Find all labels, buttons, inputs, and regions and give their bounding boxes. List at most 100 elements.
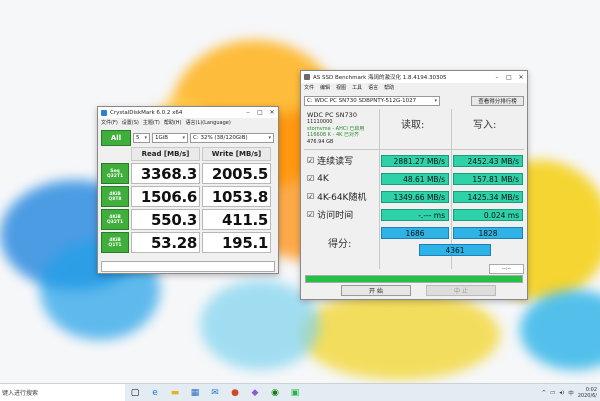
all-button[interactable]: All [101, 130, 131, 146]
seq-read-result: 2881.27 MB/s [381, 155, 449, 167]
4k-q32t1-button[interactable]: 4KiB Q32T1 [101, 209, 129, 230]
row-label-line2: Q8T8 [108, 196, 122, 202]
test-label: 连续读写 [317, 157, 354, 167]
file-explorer-icon[interactable]: ▬ [165, 384, 185, 401]
task-view-icon[interactable]: ▢ [125, 384, 145, 401]
write-result: 2005.5 [202, 163, 271, 184]
4k64-read-result: 1349.66 MB/s [381, 191, 449, 203]
search-placeholder: 键入进行搜索 [2, 390, 39, 397]
xbox-icon[interactable]: ◉ [265, 384, 285, 401]
read-score: 1686 [381, 227, 449, 239]
test-seq[interactable]: ☑ 连续读写 [307, 154, 353, 167]
drive-value: C: 32% (38/120GiB) [193, 135, 248, 141]
menu-settings[interactable]: 设置(S) [122, 119, 139, 126]
result-row-4k-q8t8: 4KiB Q8T8 1506.6 1053.8 [101, 186, 271, 207]
maximize-icon[interactable]: □ [503, 74, 515, 81]
4k-q1t1-button[interactable]: 4KiB Q1T1 [101, 232, 129, 253]
cdm-menubar: 文件(F) 设置(S) 主题(T) 帮助(H) 语言(L)(Language) [98, 118, 278, 127]
menu-view[interactable]: 视图 [336, 84, 346, 91]
close-icon[interactable]: ✕ [515, 74, 527, 81]
menu-language[interactable]: 语言 [368, 84, 378, 91]
photos-icon[interactable]: ◆ [245, 384, 265, 401]
4k-q8t8-button[interactable]: 4KiB Q8T8 [101, 186, 129, 207]
as-ssd-window: AS SSD Benchmark 海阔的激汉化 1.8.4194.30305 –… [300, 70, 528, 300]
taskbar: 键入进行搜索 ▢ e ▬ ▦ ✉ ● ◆ ◉ ▣ ^ ▭ ◂) 中 0:02 2… [0, 383, 600, 401]
maximize-icon[interactable]: □ [254, 109, 266, 116]
size-value: 1GiB [155, 135, 169, 141]
test-4k-64thrd[interactable]: ☑ 4K-64K随机 [307, 190, 366, 203]
minimize-icon[interactable]: – [242, 109, 254, 116]
size-select[interactable]: 1GiB ▾ [152, 133, 188, 143]
checkbox-icon[interactable]: ☑ [307, 174, 314, 183]
cdm-window-title: CrystalDiskMark 6.0.2 x64 [110, 109, 183, 116]
date: 2020/6/ [577, 392, 597, 399]
access-write-result: 0.024 ms [453, 209, 523, 221]
read-result: 3368.3 [131, 163, 200, 184]
comment-field[interactable] [101, 261, 275, 272]
progress-fill [306, 276, 522, 282]
minimize-icon[interactable]: – [491, 74, 503, 81]
chevron-down-icon: ▾ [434, 98, 437, 104]
chevron-down-icon: ▾ [268, 135, 271, 141]
ime-indicator[interactable]: 中 [568, 389, 574, 397]
test-label: 访问时间 [317, 211, 354, 221]
menu-language[interactable]: 语言(L)(Language) [186, 119, 231, 126]
menu-help[interactable]: 帮助(H) [164, 119, 182, 126]
menu-file[interactable]: 文件 [304, 84, 314, 91]
taskbar-search[interactable]: 键入进行搜索 [0, 384, 125, 401]
as-ssd-icon [304, 74, 310, 80]
result-row-seq: Seq Q32T1 3368.3 2005.5 [101, 163, 271, 184]
write-result: 195.1 [202, 232, 271, 253]
system-tray: ^ ▭ ◂) 中 0:02 2020/6/ [541, 387, 600, 399]
close-icon[interactable]: ✕ [266, 109, 278, 116]
cdm-titlebar[interactable]: CrystalDiskMark 6.0.2 x64 – □ ✕ [98, 107, 278, 118]
store-icon[interactable]: ▦ [185, 384, 205, 401]
write-score: 1828 [453, 227, 523, 239]
row-label-line2: Q1T1 [108, 242, 122, 248]
crystaldiskmark-window: CrystalDiskMark 6.0.2 x64 – □ ✕ 文件(F) 设置… [97, 106, 279, 274]
asssd-menubar: 文件 编辑 视图 工具 语言 帮助 [301, 83, 527, 92]
checkbox-icon[interactable]: ☑ [307, 210, 314, 219]
abort-button[interactable]: 中 止 [426, 285, 496, 296]
powerpoint-icon[interactable]: ● [225, 384, 245, 401]
count-select[interactable]: 5 ▾ [133, 133, 150, 143]
menu-tools[interactable]: 工具 [352, 84, 362, 91]
chart-app-icon[interactable]: ▣ [285, 384, 305, 401]
drive-value: C: WDC PC SN730 SDBPNTY-512G-1027 [307, 98, 417, 104]
menu-file[interactable]: 文件(F) [101, 119, 118, 126]
row-label-line2: Q32T1 [106, 219, 124, 225]
start-button[interactable]: 开 始 [341, 285, 411, 296]
read-column-header: 读取: [401, 120, 425, 131]
seq-q32t1-button[interactable]: Seq Q32T1 [101, 163, 129, 184]
menu-edit[interactable]: 编辑 [320, 84, 330, 91]
checkbox-icon[interactable]: ☑ [307, 156, 314, 165]
mail-icon[interactable]: ✉ [205, 384, 225, 401]
ranking-button[interactable]: 查看得分排行榜 [471, 96, 524, 106]
read-result: 550.3 [131, 209, 200, 230]
test-access-time[interactable]: ☑ 访问时间 [307, 208, 353, 221]
asssd-window-title: AS SSD Benchmark 海阔的激汉化 1.8.4194.30305 [313, 75, 447, 81]
drive-info: WDC PC SN730 11110000 stornvme - AHCI 已启… [307, 111, 377, 145]
access-read-result: -.--- ms [381, 209, 449, 221]
chevron-up-icon[interactable]: ^ [541, 390, 546, 396]
battery-icon[interactable]: ▭ [550, 390, 555, 396]
volume-icon[interactable]: ◂) [559, 390, 564, 396]
clock[interactable]: 0:02 2020/6/ [578, 387, 597, 399]
drive-select[interactable]: C: WDC PC SN730 SDBPNTY-512G-1027 ▾ [304, 96, 440, 106]
menu-theme[interactable]: 主题(T) [143, 119, 160, 126]
4k-write-result: 157.81 MB/s [453, 173, 523, 185]
drive-select[interactable]: C: 32% (38/120GiB) ▾ [190, 133, 274, 143]
drive-name: WDC PC SN730 [307, 111, 357, 119]
result-row-4k-q32t1: 4KiB Q32T1 550.3 411.5 [101, 209, 271, 230]
edge-icon[interactable]: e [145, 384, 165, 401]
score-label: 得分: [328, 239, 352, 250]
menu-help[interactable]: 帮助 [384, 84, 394, 91]
4k64-write-result: 1425.34 MB/s [453, 191, 523, 203]
write-column-header: 写入: [473, 120, 497, 131]
crystaldiskmark-icon [101, 109, 107, 116]
row-label-line2: Q32T1 [106, 173, 124, 179]
checkbox-icon[interactable]: ☑ [307, 192, 314, 201]
asssd-titlebar[interactable]: AS SSD Benchmark 海阔的激汉化 1.8.4194.30305 –… [301, 71, 527, 83]
write-result: 1053.8 [202, 186, 271, 207]
test-4k[interactable]: ☑ 4K [307, 172, 329, 185]
